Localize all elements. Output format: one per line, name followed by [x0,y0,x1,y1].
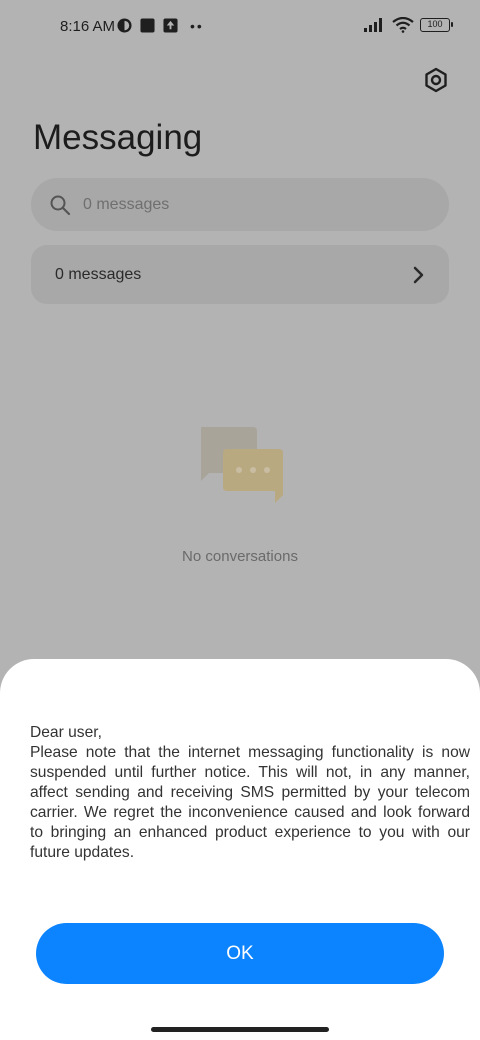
empty-state-label: No conversations [182,548,298,565]
home-indicator[interactable] [151,1027,329,1032]
upload-notification-icon [163,18,178,33]
battery-level: 100 [427,19,443,29]
messages-row-label: 0 messages [55,265,142,283]
search-input[interactable]: 0 messages [31,178,449,231]
ok-button[interactable]: OK [36,923,444,984]
signal-icon [364,18,382,32]
wifi-icon [392,17,414,33]
chevron-right-icon [413,266,424,283]
status-time: 8:16 AM [60,18,116,35]
settings-icon [425,67,447,93]
dialog-greeting: Dear user, [30,724,102,741]
notice-dialog: Dear user, Please note that the internet… [0,659,480,1040]
messages-row[interactable]: 0 messages [31,245,449,304]
battery-icon: 100 [420,18,453,32]
notification-icons: •• [117,18,204,33]
more-notifications-icon: •• [190,17,204,34]
dialog-body: Please note that the internet messaging … [30,744,470,861]
settings-button[interactable] [420,64,452,96]
system-status-icons: 100 [364,17,453,33]
square-notification-icon [140,18,155,33]
chat-bubbles-icon [201,427,283,503]
search-icon [50,195,71,215]
app-notification-icon [117,18,132,33]
page-title: Messaging [33,118,203,157]
status-bar: 8:16 AM •• 100 [0,0,480,56]
search-placeholder: 0 messages [83,195,170,213]
dialog-message: Dear user, Please note that the internet… [30,723,470,863]
